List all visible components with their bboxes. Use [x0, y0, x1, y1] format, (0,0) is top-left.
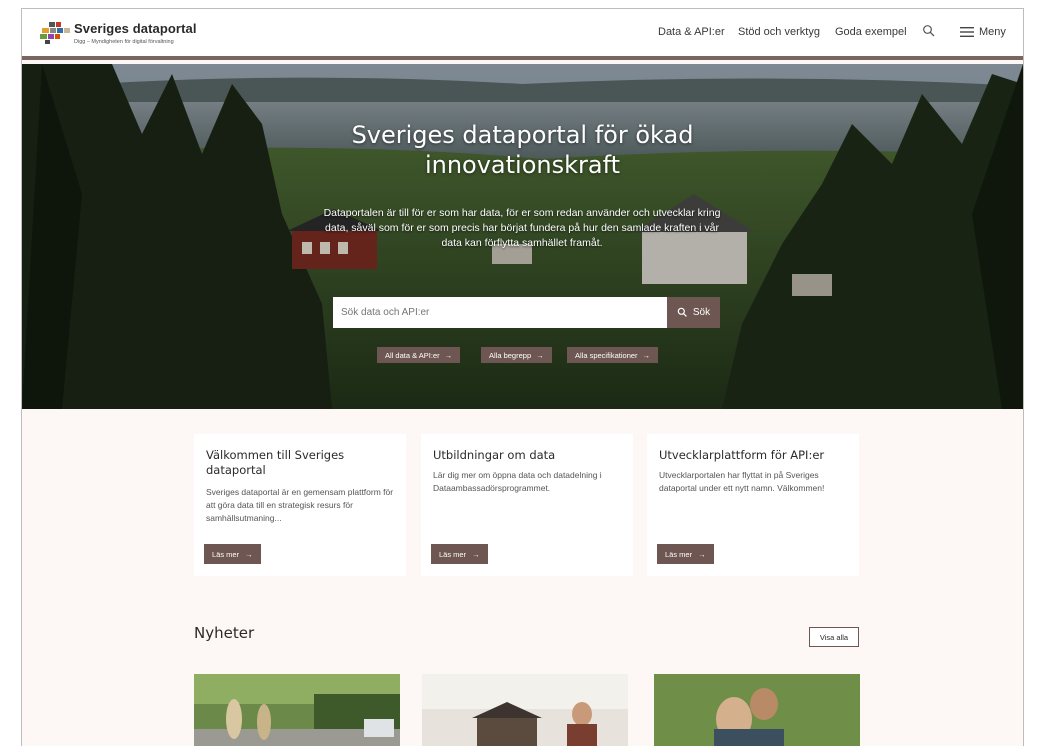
- search-icon[interactable]: [922, 24, 936, 38]
- hero-title: Sveriges dataportal för ökad innovations…: [22, 120, 1023, 180]
- card-text: Lär dig mer om öppna data och datadelnin…: [433, 470, 602, 493]
- search-icon: [677, 307, 687, 317]
- arrow-right-icon: →: [472, 549, 480, 559]
- search-button[interactable]: Sök: [667, 297, 720, 328]
- hamburger-icon[interactable]: [960, 27, 974, 37]
- brand-subtitle: Digg – Myndigheten för digital förvaltni…: [74, 39, 174, 45]
- card-text: Sveriges dataportal är en gemensam platt…: [206, 487, 394, 523]
- read-more-label: Läs mer: [439, 549, 467, 559]
- card-title[interactable]: Utvecklarplattform för API:er: [659, 448, 849, 463]
- search-input[interactable]: [333, 297, 667, 328]
- card-utbildningar: Utbildningar om data Lär dig mer om öppn…: [421, 434, 633, 576]
- card-utvecklarplattform: Utvecklarplattform för API:er Utvecklarp…: [647, 434, 859, 576]
- dataportal-logo-icon[interactable]: [40, 22, 72, 44]
- news-heading: Nyheter: [194, 624, 255, 642]
- read-more-label: Läs mer: [212, 549, 240, 559]
- read-more-button[interactable]: Läs mer →: [431, 544, 488, 564]
- nav-item-data-apier[interactable]: Data & API:er: [658, 26, 725, 38]
- arrow-right-icon: →: [698, 549, 706, 559]
- hero-lead-text: Dataportalen är till för er som har data…: [323, 207, 721, 249]
- menu-button[interactable]: Meny: [979, 26, 1006, 38]
- read-more-button[interactable]: Läs mer →: [657, 544, 714, 564]
- nav-item-stod-och-verktyg[interactable]: Stöd och verktyg: [738, 26, 820, 38]
- arrow-right-icon: →: [642, 350, 651, 360]
- hero-section: Sveriges dataportal för ökad innovations…: [22, 64, 1023, 409]
- read-more-label: Läs mer: [665, 549, 693, 559]
- hero-title-line-1: Sveriges dataportal för ökad: [351, 121, 694, 149]
- search-button-label: Sök: [692, 307, 711, 318]
- chip-label: All data & API:er: [385, 350, 440, 360]
- show-all-news-button[interactable]: Visa alla: [809, 627, 859, 647]
- site-header: Sveriges dataportal Digg – Myndigheten f…: [22, 9, 1023, 60]
- brand-title[interactable]: Sveriges dataportal: [74, 21, 197, 36]
- news-photo-house: [422, 674, 628, 746]
- browser-page: Sveriges dataportal Digg – Myndigheten f…: [21, 8, 1024, 746]
- chip-alla-specifikationer[interactable]: Alla specifikationer →: [567, 347, 659, 363]
- news-image-1[interactable]: [194, 674, 400, 746]
- chip-alla-begrepp[interactable]: Alla begrepp →: [481, 347, 552, 363]
- chip-label: Alla specifikationer: [575, 350, 638, 360]
- card-title[interactable]: Utbildningar om data: [433, 448, 623, 463]
- card-title[interactable]: Välkommen till Sveriges dataportal: [206, 448, 396, 478]
- card-valkommen: Välkommen till Sveriges dataportal Sveri…: [194, 434, 406, 576]
- read-more-button[interactable]: Läs mer →: [204, 544, 261, 564]
- nav-item-goda-exempel[interactable]: Goda exempel: [835, 26, 907, 38]
- news-photo-forest: [654, 674, 860, 746]
- hero-title-line-2: innovationskraft: [424, 151, 621, 179]
- news-image-2[interactable]: [422, 674, 628, 746]
- arrow-right-icon: →: [245, 549, 253, 559]
- chip-all-data-apier[interactable]: All data & API:er →: [377, 347, 461, 363]
- chip-label: Alla begrepp: [489, 350, 532, 360]
- card-text: Utvecklarportalen har flyttat in på Sver…: [659, 470, 825, 493]
- arrow-right-icon: →: [536, 350, 544, 360]
- news-photo-street: [194, 674, 400, 746]
- arrow-right-icon: →: [444, 350, 453, 360]
- news-image-3[interactable]: [654, 674, 860, 746]
